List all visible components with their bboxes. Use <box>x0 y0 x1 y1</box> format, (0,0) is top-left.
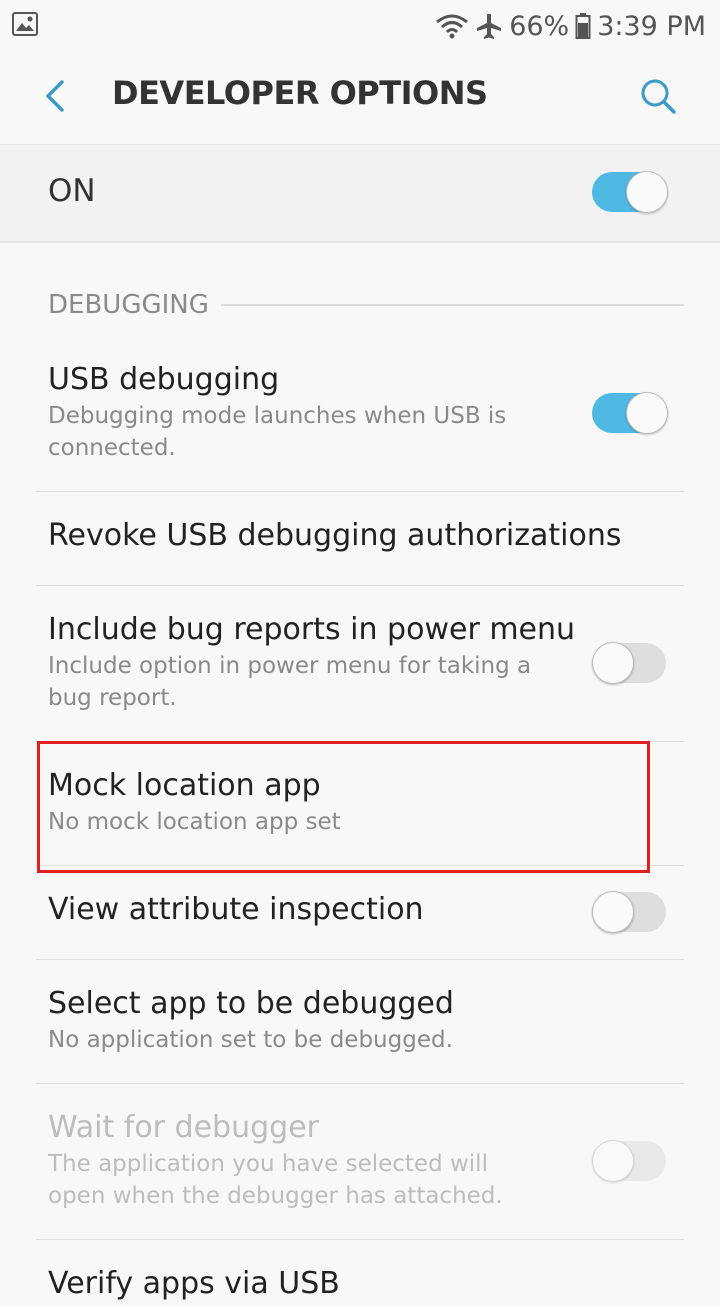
divider <box>36 1083 684 1084</box>
toggle-knob <box>592 1140 634 1182</box>
divider <box>36 491 684 492</box>
clock: 3:39 PM <box>597 10 706 42</box>
setting-verify-apps-usb[interactable]: Verify apps via USB <box>36 1266 684 1306</box>
toggle-knob <box>592 891 634 933</box>
wifi-icon <box>436 14 469 39</box>
setting-select-debug-app[interactable]: Select app to be debugged No application… <box>36 986 684 1076</box>
setting-title: Revoke USB debugging authorizations <box>48 518 622 553</box>
setting-subtitle: Include option in power menu for taking … <box>48 653 532 711</box>
battery-percent: 66% <box>509 10 570 42</box>
app-bar: DEVELOPER OPTIONS <box>0 52 720 142</box>
setting-subtitle: The application you have selected will o… <box>48 1151 503 1209</box>
setting-title: Select app to be debugged <box>48 986 454 1021</box>
page-title: DEVELOPER OPTIONS <box>112 74 488 112</box>
back-chevron-icon[interactable] <box>38 76 72 116</box>
toggle-knob <box>626 392 668 434</box>
setting-title: Verify apps via USB <box>48 1266 340 1301</box>
usb-debugging-toggle[interactable] <box>592 392 668 434</box>
setting-view-attribute-inspection[interactable]: View attribute inspection <box>36 891 684 952</box>
setting-revoke-usb-authorizations[interactable]: Revoke USB debugging authorizations <box>36 518 684 578</box>
divider <box>36 959 684 960</box>
search-icon[interactable] <box>638 76 678 116</box>
section-header-debugging: DEBUGGING <box>48 290 684 320</box>
master-toggle[interactable] <box>592 171 668 213</box>
setting-wait-for-debugger: Wait for debugger The application you ha… <box>36 1110 684 1230</box>
divider <box>36 1239 684 1240</box>
status-right: 66% 3:39 PM <box>435 6 706 46</box>
master-switch-label: ON <box>48 173 96 209</box>
setting-title: Wait for debugger <box>48 1110 319 1145</box>
airplane-icon <box>477 14 502 39</box>
view-attribute-toggle[interactable] <box>592 891 666 933</box>
wait-for-debugger-toggle <box>592 1140 666 1182</box>
bug-reports-toggle[interactable] <box>592 642 666 684</box>
setting-bug-reports-power-menu[interactable]: Include bug reports in power menu Includ… <box>36 612 684 732</box>
master-switch-row[interactable]: ON <box>0 144 720 243</box>
setting-title: Include bug reports in power menu <box>48 612 576 647</box>
battery-icon <box>575 13 591 39</box>
setting-title: USB debugging <box>48 362 280 397</box>
highlight-box <box>37 741 650 873</box>
section-divider-line <box>220 304 684 306</box>
master-toggle-knob <box>626 171 668 213</box>
setting-title: View attribute inspection <box>48 892 424 927</box>
divider <box>36 585 684 586</box>
gallery-icon <box>12 12 38 36</box>
setting-subtitle: Debugging mode launches when USB is conn… <box>48 403 507 461</box>
status-bar: 66% 3:39 PM <box>0 0 720 52</box>
toggle-knob <box>592 642 634 684</box>
section-label: DEBUGGING <box>48 290 209 320</box>
setting-usb-debugging[interactable]: USB debugging Debugging mode launches wh… <box>36 362 684 490</box>
setting-subtitle: No application set to be debugged. <box>48 1027 453 1053</box>
